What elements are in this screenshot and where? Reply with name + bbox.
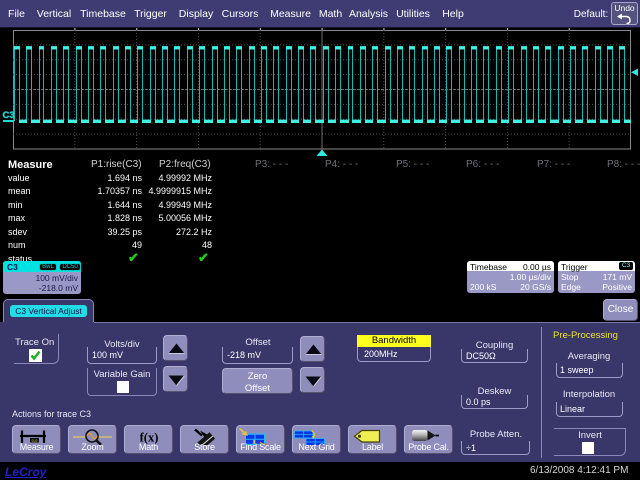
svg-text:C3: C3 xyxy=(3,110,15,121)
